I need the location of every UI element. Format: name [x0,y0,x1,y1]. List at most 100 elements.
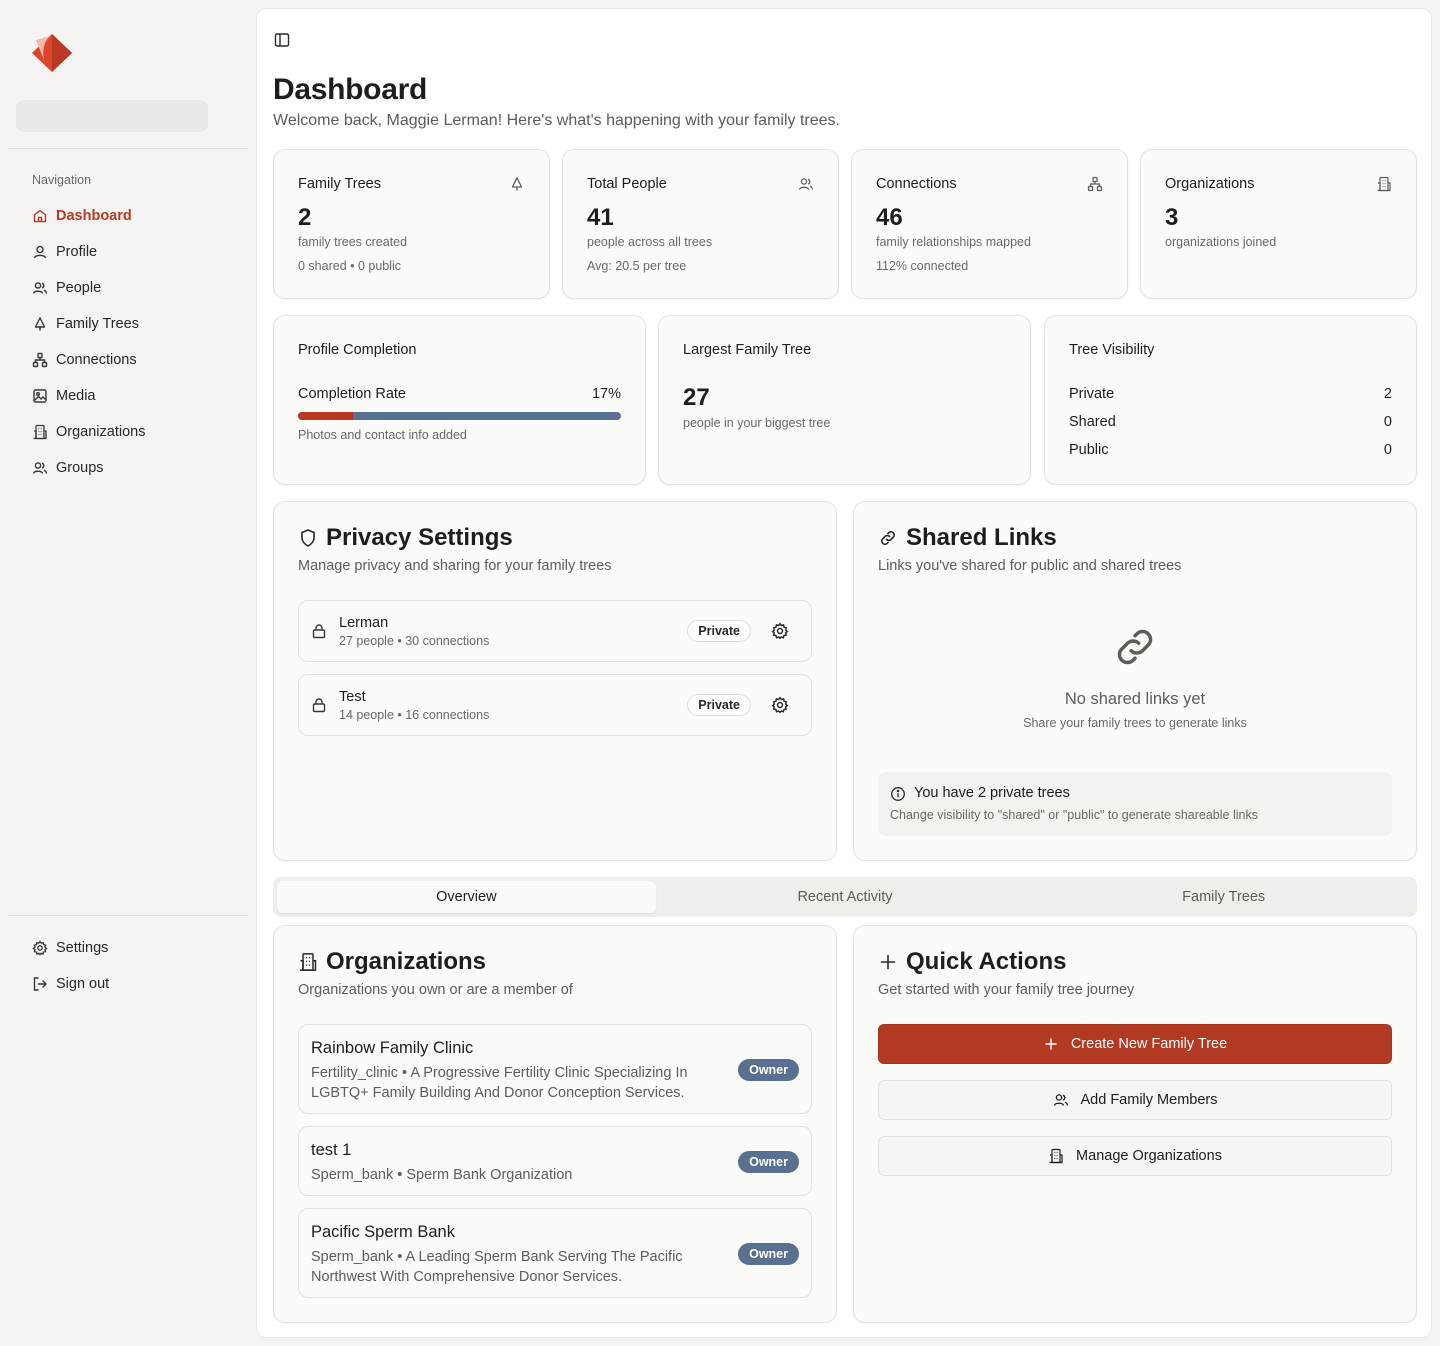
add-family-members-button[interactable]: Add Family Members [878,1080,1392,1120]
building-icon [1376,176,1392,192]
organization-item[interactable]: Pacific Sperm Bank Sperm_bank • A Leadin… [298,1208,812,1298]
privacy-tree-row: Lerman 27 people • 30 connections Privat… [298,600,812,662]
plus-icon [878,952,898,972]
page-title: Dashboard [273,73,427,106]
visibility-label: Shared [1069,414,1116,430]
tab-family-trees[interactable]: Family Trees [1034,881,1413,913]
sidebar-item-label: Family Trees [56,316,139,332]
users-icon [1053,1092,1069,1108]
link-icon [878,528,898,548]
card-title: Shared Links [878,524,1057,552]
tree-name: Lerman [339,615,389,631]
largest-tree-card: Largest Family Tree 27 people in your bi… [658,315,1031,485]
stat-value: 3 [1165,204,1179,231]
nav-section-label: Navigation [32,173,92,187]
sidebar-item-people[interactable]: People [24,270,248,306]
sidebar-item-media[interactable]: Media [24,378,248,414]
sidebar-item-profile[interactable]: Profile [24,234,248,270]
sidebar-item-sign-out[interactable]: Sign out [24,966,248,1002]
stat-description: people across all trees [587,235,713,249]
card-title: Quick Actions [878,948,1066,976]
building-icon [32,424,48,440]
gear-icon[interactable] [771,622,789,640]
tab-recent-activity[interactable]: Recent Activity [656,881,1035,913]
sidebar-item-settings[interactable]: Settings [24,930,248,966]
sidebar-item-label: Organizations [56,424,146,440]
stat-card-organizations: Organizations 3 organizations joined [1140,149,1417,299]
gear-icon[interactable] [771,696,789,714]
card-title-text: Quick Actions [906,948,1067,975]
building-icon [1048,1148,1064,1164]
owner-badge: Owner [738,1059,799,1081]
sidebar-item-organizations[interactable]: Organizations [24,414,248,450]
stat-card-family-trees: Family Trees 2 family trees created 0 sh… [273,149,550,299]
visibility-label: Public [1069,442,1109,458]
sidebar-item-label: Media [56,388,96,404]
lock-icon [311,623,327,639]
sidebar-item-groups[interactable]: Groups [24,450,248,486]
create-family-tree-button[interactable]: Create New Family Tree [878,1024,1392,1064]
visibility-badge: Private [687,620,751,642]
sidebar-item-label: People [56,280,102,296]
sidebar-item-dashboard[interactable]: Dashboard [24,198,248,234]
sidebar-item-connections[interactable]: Connections [24,342,248,378]
largest-tree-description: people in your biggest tree [683,416,831,430]
visibility-row-private: Private 2 [1069,386,1392,402]
card-title-text: Shared Links [906,524,1057,551]
private-trees-info: You have 2 private trees Change visibili… [878,772,1392,836]
card-title-text: Organizations [326,948,487,975]
sidebar-item-label: Profile [56,244,98,260]
visibility-row-public: Public 0 [1069,442,1392,458]
sidebar-nav: Dashboard Profile People Family Trees Co… [24,198,248,486]
visibility-row-shared: Shared 0 [1069,414,1392,430]
app-logo[interactable] [30,32,74,74]
visibility-label: Private [1069,386,1115,402]
user-icon [32,244,48,260]
organization-name: test 1 [311,1141,352,1159]
owner-badge: Owner [738,1151,799,1173]
stat-description: family trees created [298,235,408,249]
completion-rate-label: Completion Rate [298,386,406,402]
organization-item[interactable]: test 1 Sperm_bank • Sperm Bank Organizat… [298,1126,812,1196]
card-subtitle: Links you've shared for public and share… [878,558,1182,574]
completion-note: Photos and contact info added [298,428,467,442]
card-title-text: Privacy Settings [326,524,513,551]
lock-icon [311,697,327,713]
manage-organizations-button[interactable]: Manage Organizations [878,1136,1392,1176]
stat-card-connections: Connections 46 family relationships mapp… [851,149,1128,299]
sidebar-toggle-icon[interactable] [273,31,291,49]
owner-badge: Owner [738,1243,799,1265]
sidebar-item-label: Dashboard [56,208,132,224]
sidebar-item-family-trees[interactable]: Family Trees [24,306,248,342]
stat-title: Total People [587,176,667,192]
building-icon [298,952,318,972]
card-subtitle: Organizations you own or are a member of [298,982,573,998]
organizations-card: Organizations Organizations you own or a… [273,925,837,1323]
tree-name: Test [339,689,366,705]
sidebar-search-placeholder[interactable] [16,100,208,132]
tree-meta: 14 people • 16 connections [339,708,490,722]
stat-value: 41 [587,204,614,231]
profile-completion-card: Profile Completion Completion Rate 17% P… [273,315,646,485]
organization-item[interactable]: Rainbow Family Clinic Fertility_clinic •… [298,1024,812,1114]
visibility-count: 2 [1383,386,1392,402]
visibility-badge: Private [687,694,751,716]
sidebar-divider [8,148,248,149]
home-icon [32,208,48,224]
organization-name: Rainbow Family Clinic [311,1039,474,1057]
card-subtitle: Get started with your family tree journe… [878,982,1135,998]
stat-card-total-people: Total People 41 people across all trees … [562,149,839,299]
organization-name: Pacific Sperm Bank [311,1223,455,1241]
card-title: Profile Completion [298,342,417,358]
tree-icon [509,176,525,192]
privacy-tree-row: Test 14 people • 16 connections Private [298,674,812,736]
tab-overview[interactable]: Overview [277,881,656,913]
tree-icon [32,316,48,332]
sidebar-item-label: Connections [56,352,137,368]
button-label: Create New Family Tree [1070,1036,1228,1052]
privacy-settings-card: Privacy Settings Manage privacy and shar… [273,501,837,861]
image-icon [32,388,48,404]
users-icon [32,460,48,476]
sidebar-item-label: Groups [56,460,104,476]
quick-actions-card: Quick Actions Get started with your fami… [853,925,1417,1323]
